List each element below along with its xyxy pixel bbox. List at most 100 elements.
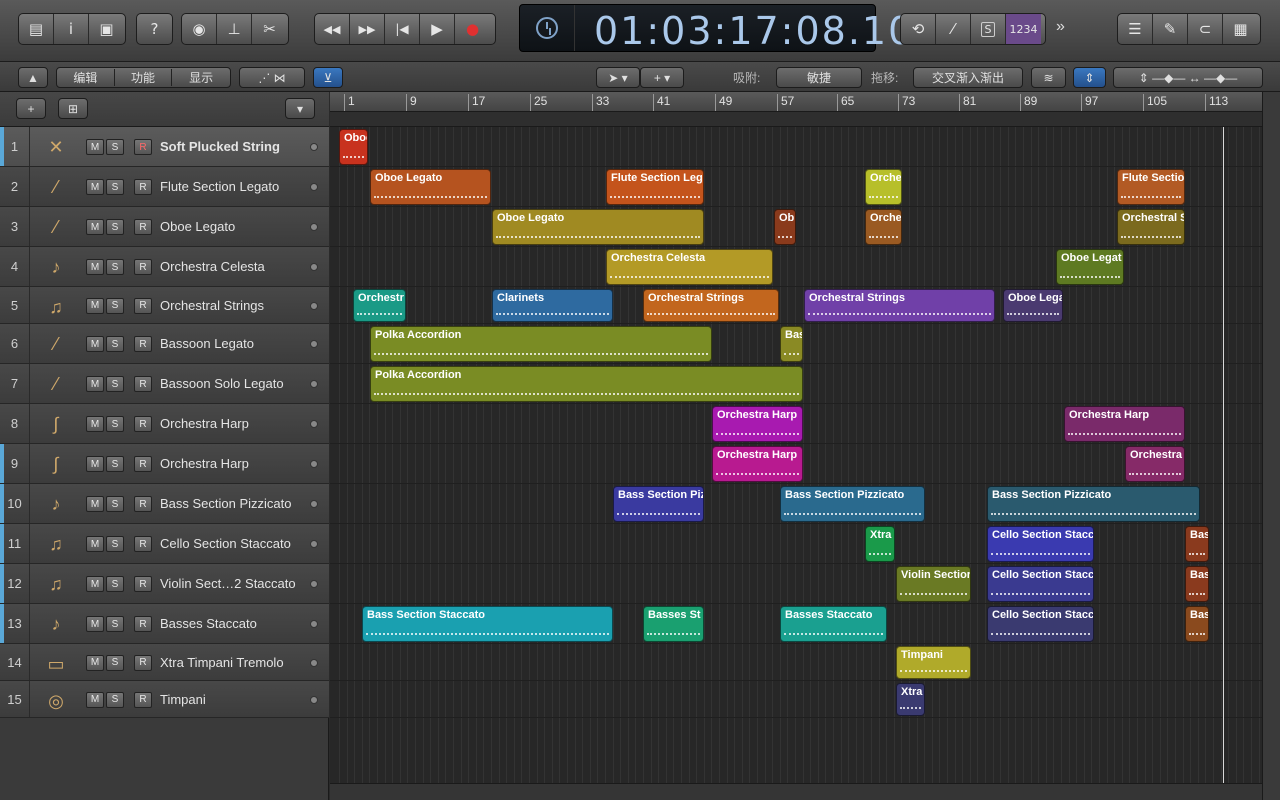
track-header-10[interactable]: 10 ♪ M S R Bass Section Pizzicato (0, 484, 329, 524)
track-header-5[interactable]: 5 ♫ M S R Orchestral Strings (0, 287, 329, 324)
help-button[interactable]: ? (137, 14, 172, 44)
midi-region[interactable]: Flute Sectio (1117, 169, 1185, 205)
record-enable-button[interactable]: R (134, 691, 152, 708)
mute-button[interactable]: M (86, 219, 104, 235)
track-header-13[interactable]: 13 ♪ M S R Basses Staccato (0, 604, 329, 644)
track-header-12[interactable]: 12 ♫ M S R Violin Sect…2 Staccato (0, 564, 329, 604)
vertical-scrollbar[interactable] (1262, 92, 1280, 800)
record-enable-button[interactable]: R (134, 376, 152, 392)
editors-button[interactable]: ✂ (252, 14, 287, 44)
library-button[interactable]: ▤ (19, 14, 54, 44)
solo-button[interactable]: S (106, 179, 124, 195)
zoom-sliders[interactable]: ⇕ —◆— ↔ —◆— (1113, 67, 1263, 88)
list-editors-button[interactable]: ☰ (1118, 14, 1153, 44)
midi-region[interactable]: Bas (780, 326, 803, 362)
view-menu[interactable]: 显示 (172, 69, 230, 86)
midi-region[interactable]: Oboe Legato (492, 209, 704, 245)
mute-button[interactable]: M (86, 259, 104, 275)
solo-button[interactable]: S (106, 297, 124, 314)
secondary-ruler[interactable] (330, 112, 1262, 127)
mute-button[interactable]: M (86, 336, 104, 352)
midi-region[interactable]: Orchestra (1125, 446, 1185, 482)
midi-region[interactable]: Oboe (339, 129, 368, 165)
record-enable-button[interactable]: R (134, 139, 152, 155)
horizontal-scrollbar[interactable] (330, 783, 1262, 800)
bar-ruler[interactable]: 1 9 17 25 33 41 49 57 65 73 81 89 97 105 113 (330, 92, 1262, 112)
midi-region[interactable]: Oboe Legat (1056, 249, 1124, 285)
rewind-button[interactable]: ◀◀ (315, 14, 350, 44)
record-enable-button[interactable]: R (134, 576, 152, 592)
mute-button[interactable]: M (86, 536, 104, 552)
record-enable-button[interactable]: R (134, 219, 152, 235)
track-header-1[interactable]: 1 ✕ M S R Soft Plucked String (0, 127, 329, 167)
add-folder-button[interactable]: ⊞ (58, 98, 88, 119)
midi-region[interactable]: Violin Sectior (896, 566, 971, 602)
solo-button[interactable]: S (106, 576, 124, 592)
record-enable-button[interactable]: R (134, 616, 152, 632)
lcd-display[interactable]: 01:03:17:08.10 (519, 4, 912, 53)
mute-button[interactable]: M (86, 691, 104, 708)
midi-region[interactable]: Flute Section Leg (606, 169, 704, 205)
track-header-2[interactable]: 2 ⁄ M S R Flute Section Legato (0, 167, 329, 207)
mute-button[interactable]: M (86, 654, 104, 671)
play-button[interactable]: ▶ (420, 14, 455, 44)
mixer-button[interactable]: ⊥ (217, 14, 252, 44)
inspector-button[interactable]: i (54, 14, 89, 44)
track-header-4[interactable]: 4 ♪ M S R Orchestra Celesta (0, 247, 329, 287)
add-track-button[interactable]: + (16, 98, 46, 119)
record-enable-button[interactable]: R (134, 416, 152, 432)
midi-region[interactable]: Cello Section Stacc (987, 606, 1094, 642)
track-header-15[interactable]: 15 ◎ M S R Timpani (0, 681, 329, 718)
pointer-tool-menu[interactable]: ➤ ▾ (596, 67, 640, 88)
forward-button[interactable]: ▶▶ (350, 14, 385, 44)
midi-region[interactable]: Oboe Legato (370, 169, 491, 205)
automation-buttons[interactable]: ⋰ ⋈ (239, 67, 305, 88)
midi-region[interactable]: Xtra (865, 526, 895, 562)
waveform-zoom-button[interactable]: ≋ (1031, 67, 1066, 88)
record-enable-button[interactable]: R (134, 336, 152, 352)
solo-button[interactable]: S (106, 654, 124, 671)
midi-region[interactable]: Orchestral Strings (643, 289, 779, 322)
browsers-button[interactable]: ▦ (1223, 14, 1258, 44)
midi-region[interactable]: Orchestra Harp (712, 406, 803, 442)
notepad-button[interactable]: ✎ (1153, 14, 1188, 44)
midi-region[interactable]: Orchestra Harp (712, 446, 803, 482)
record-button[interactable]: ● (455, 14, 490, 44)
solo-button[interactable]: S (106, 219, 124, 235)
mute-button[interactable]: M (86, 496, 104, 512)
snap-select[interactable]: 敏捷 (776, 67, 862, 88)
midi-region[interactable]: Orchestral Strings (804, 289, 995, 322)
back-button[interactable]: ▲ (18, 67, 48, 88)
solo-button[interactable]: S (106, 616, 124, 632)
flex-button[interactable]: ⊻ (313, 67, 343, 88)
record-enable-button[interactable]: R (134, 179, 152, 195)
solo-button[interactable]: S (106, 139, 124, 155)
mute-button[interactable]: M (86, 456, 104, 472)
mute-button[interactable]: M (86, 416, 104, 432)
track-header-6[interactable]: 6 ⁄ M S R Bassoon Legato (0, 324, 329, 364)
secondary-tool-menu[interactable]: + ▾ (640, 67, 684, 88)
midi-region[interactable]: Bass Section Staccato (362, 606, 613, 642)
midi-region[interactable]: Orche (865, 209, 902, 245)
midi-region[interactable]: Cello Section Stacc (987, 526, 1094, 562)
vertical-zoom-button[interactable]: ⇕ (1073, 67, 1106, 88)
midi-region[interactable]: Orchestral S (1117, 209, 1185, 245)
midi-region[interactable]: Basses Staccato (780, 606, 887, 642)
track-header-11[interactable]: 11 ♫ M S R Cello Section Staccato (0, 524, 329, 564)
midi-region[interactable]: Xtra (896, 683, 925, 716)
midi-region[interactable]: Orchestra Celesta (606, 249, 773, 285)
track-header-3[interactable]: 3 ⁄ M S R Oboe Legato (0, 207, 329, 247)
solo-button[interactable]: S (106, 259, 124, 275)
more-icon[interactable]: » (1056, 18, 1065, 36)
midi-region[interactable]: Orchestr (353, 289, 406, 322)
midi-region[interactable]: Bas (1185, 566, 1209, 602)
record-enable-button[interactable]: R (134, 259, 152, 275)
midi-region[interactable]: Timpani (896, 646, 971, 679)
midi-region[interactable]: Bas (1185, 526, 1209, 562)
count-in-button[interactable]: 1234 (1006, 14, 1041, 44)
mute-button[interactable]: M (86, 376, 104, 392)
track-header-14[interactable]: 14 ▭ M S R Xtra Timpani Tremolo (0, 644, 329, 681)
loop-browser-button[interactable]: ⊂ (1188, 14, 1223, 44)
track-header-7[interactable]: 7 ⁄ M S R Bassoon Solo Legato (0, 364, 329, 404)
mute-button[interactable]: M (86, 576, 104, 592)
